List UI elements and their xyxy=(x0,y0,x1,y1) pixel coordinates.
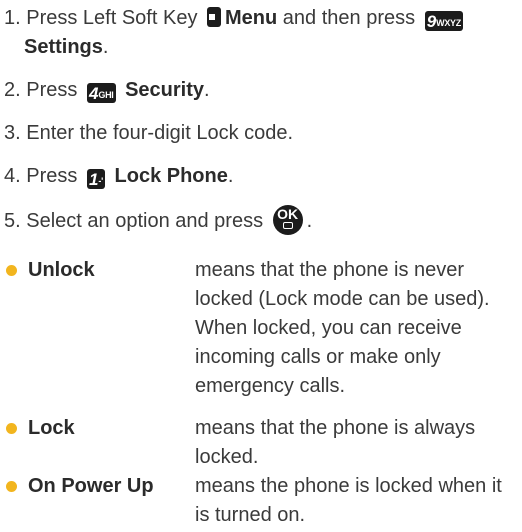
option-term: On Power Up xyxy=(28,475,154,497)
step-number: 1. xyxy=(4,7,21,29)
menu-label: Menu xyxy=(225,7,278,29)
security-label: Security xyxy=(125,79,205,101)
step-3: 3. Enter the four-digit Lock code. xyxy=(4,122,294,144)
step-1-cont: Settings. xyxy=(24,36,109,58)
key-9-wxyz-icon: 9WXYZ xyxy=(424,11,463,31)
left-soft-key-icon xyxy=(207,7,222,27)
option-lock: Lock means that the phone is always lock… xyxy=(4,414,518,474)
bullet-icon xyxy=(6,481,17,492)
option-term: Unlock xyxy=(28,259,95,281)
step-text: Press xyxy=(26,165,78,187)
ok-key-icon: OK xyxy=(272,205,303,235)
step-1: 1. Press Left Soft Key Menu and then pre… xyxy=(4,4,467,33)
option-description: means that the phone is never locked (Lo… xyxy=(195,259,490,397)
step-text: and then press xyxy=(282,7,416,29)
option-unlock: Unlock means that the phone is never loc… xyxy=(4,256,518,406)
option-on-power-up: On Power Up means the phone is locked wh… xyxy=(4,472,518,532)
step-4: 4. Press 1-' Lock Phone. xyxy=(4,165,234,189)
key-4-ghi-icon: 4GHI xyxy=(86,83,116,103)
lock-phone-label: Lock Phone xyxy=(114,165,228,187)
step-text: Press xyxy=(26,79,78,101)
manual-page: 1. Press Left Soft Key Menu and then pre… xyxy=(0,0,522,532)
option-description: means that the phone is always locked. xyxy=(195,417,476,468)
settings-label: Settings xyxy=(24,36,103,58)
bullet-icon xyxy=(6,423,17,434)
step-text: Press Left Soft Key xyxy=(26,7,198,29)
step-text: Enter the four-digit Lock code. xyxy=(26,122,294,144)
bullet-icon xyxy=(6,265,17,276)
camera-icon xyxy=(282,222,293,229)
step-text: Select an option and press xyxy=(26,210,264,232)
step-2: 2. Press 4GHI Security. xyxy=(4,79,210,103)
option-description: means the phone is locked when it is tur… xyxy=(195,475,502,526)
step-5: 5. Select an option and press OK. xyxy=(4,205,312,236)
key-1-icon: 1-' xyxy=(86,169,105,189)
option-term: Lock xyxy=(28,417,75,439)
